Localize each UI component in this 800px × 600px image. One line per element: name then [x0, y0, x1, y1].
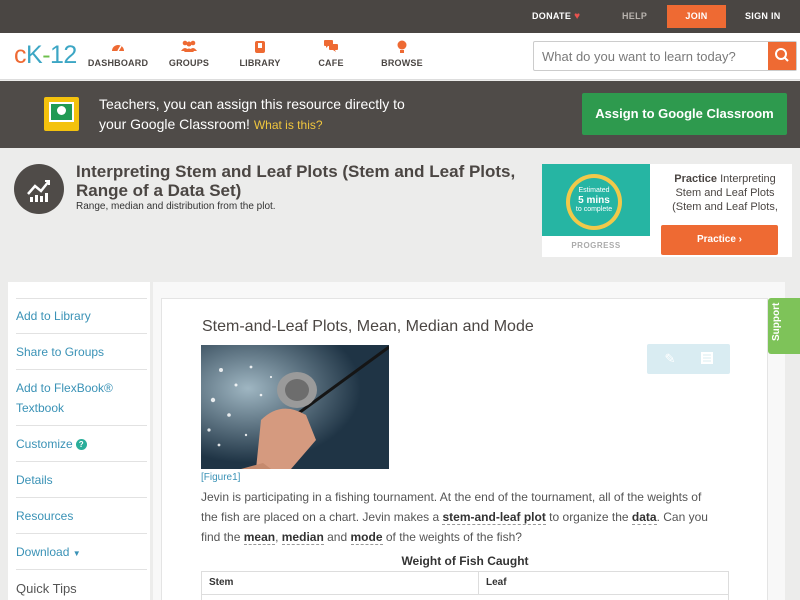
pencil-icon[interactable]: ✎ [662, 351, 678, 367]
logo-12: 12 [50, 41, 77, 69]
sidebar-item-share-to-groups[interactable]: Share to Groups [16, 334, 147, 370]
practice-button[interactable]: Practice › [661, 225, 778, 255]
download-label: Download [16, 545, 70, 559]
resource-subtitle: Range, median and distribution from the … [76, 201, 276, 212]
sidebar-item-details[interactable]: Details [16, 462, 147, 498]
sidebar-item-customize[interactable]: Customize? [16, 426, 147, 462]
nav-library[interactable]: LIBRARY [225, 40, 295, 68]
cafe-icon [296, 40, 366, 56]
plot-chart-icon [14, 164, 64, 214]
donate-link[interactable]: DONATE ♥ [532, 0, 580, 33]
flexbook-label-line2: Textbook [16, 401, 65, 415]
sidebar-item-add-to-library[interactable]: Add to Library [16, 298, 147, 334]
banner-line1: Teachers, you can assign this resource d… [99, 96, 405, 112]
nav-dashboard-label: DASHBOARD [87, 58, 149, 68]
term-mean[interactable]: mean [243, 530, 276, 545]
join-button[interactable]: JOIN [667, 5, 726, 28]
term-median[interactable]: median [281, 530, 324, 545]
top-utility-bar: DONATE ♥ HELP JOIN SIGN IN [0, 0, 800, 33]
figure-caption-link[interactable]: [Figure1] [201, 472, 240, 483]
nav-browse[interactable]: BROWSE [367, 40, 437, 68]
table-title: Weight of Fish Caught [401, 554, 529, 568]
practice-bold-word: Practice [674, 173, 718, 185]
help-question-icon[interactable]: ? [75, 439, 87, 450]
nav-dashboard[interactable]: DASHBOARD [83, 40, 153, 68]
para-text-4: , [275, 530, 279, 544]
fishing-photo[interactable] [201, 345, 389, 469]
para-text-5: and [327, 530, 348, 544]
search-icon [775, 48, 789, 62]
practice-card: Estimated 5 mins to complete PROGRESS Pr… [542, 164, 792, 257]
sidebar-item-download[interactable]: Download ▼ [16, 534, 147, 570]
logo-k: K [26, 41, 43, 69]
nav-browse-label: BROWSE [381, 58, 423, 68]
donate-label: DONATE [532, 11, 572, 21]
ck12-logo[interactable]: cK-12 [14, 41, 77, 70]
badge-top-text: Estimated [578, 187, 610, 194]
main-nav: cK-12 DASHBOARD GROUPS LIBRARY CAFE BROW… [0, 33, 800, 80]
estimated-time-badge: Estimated 5 mins to complete [542, 164, 650, 236]
flexbook-label-line1: Add to FlexBook® [16, 381, 113, 395]
nav-cafe-label: CAFE [318, 58, 344, 68]
para-text-6: of the weights of the fish? [385, 530, 522, 544]
sidebar-item-add-to-flexbook[interactable]: Add to FlexBook® Textbook [16, 370, 147, 426]
teacher-banner: Teachers, you can assign this resource d… [0, 81, 800, 148]
badge-minutes: 5 mins [578, 195, 610, 206]
quick-tips-heading[interactable]: Quick Tips [16, 581, 77, 596]
logo-c: c [14, 41, 27, 69]
groups-icon [154, 40, 224, 56]
logo-dash: - [42, 41, 51, 69]
search-box [533, 41, 797, 71]
article-paragraph: Jevin is participating in a fishing tour… [201, 487, 721, 547]
practice-description: Practice Interpreting Stem and Leaf Plot… [658, 172, 792, 214]
sidebar-item-resources[interactable]: Resources [16, 498, 147, 534]
caret-down-icon: ▼ [72, 549, 81, 558]
article-title: Stem-and-Leaf Plots, Mean, Median and Mo… [202, 318, 534, 335]
assign-google-classroom-button[interactable]: Assign to Google Classroom [582, 93, 787, 135]
customize-label: Customize [16, 437, 73, 451]
banner-line2: your Google Classroom! [99, 116, 250, 132]
nav-groups[interactable]: GROUPS [154, 40, 224, 68]
banner-message: Teachers, you can assign this resource d… [99, 94, 459, 135]
stem-leaf-table: Stem Leaf [201, 571, 729, 600]
practice-text-2: Stem and Leaf Plots [675, 187, 775, 199]
term-stem-and-leaf-plot[interactable]: stem-and-leaf plot [442, 510, 546, 525]
sign-in-link[interactable]: SIGN IN [745, 0, 781, 33]
column-header-stem: Stem [202, 572, 479, 594]
term-data[interactable]: data [631, 510, 657, 525]
practice-button-label: Practice [696, 234, 736, 245]
dashboard-icon [83, 40, 153, 56]
term-mode[interactable]: mode [350, 530, 383, 545]
browse-icon [367, 40, 437, 56]
help-link[interactable]: HELP [622, 0, 647, 33]
practice-text-1: Interpreting [720, 173, 776, 185]
google-classroom-icon [44, 97, 79, 131]
progress-label: PROGRESS [571, 241, 621, 250]
library-icon [225, 40, 295, 56]
support-label: Support [771, 302, 782, 341]
nav-groups-label: GROUPS [168, 58, 210, 68]
nav-cafe[interactable]: CAFE [296, 40, 366, 68]
table-divider [202, 594, 728, 595]
para-text-2: to organize the [549, 510, 629, 524]
resource-sidebar: Add to Library Share to Groups Add to Fl… [8, 282, 150, 600]
heart-icon: ♥ [574, 11, 581, 22]
support-tab[interactable]: Support [768, 298, 800, 354]
practice-text-3: (Stem and Leaf Plots, [672, 201, 778, 213]
notes-icon[interactable] [699, 351, 715, 367]
what-is-this-link[interactable]: What is this? [254, 118, 323, 132]
resource-title: Interpreting Stem and Leaf Plots (Stem a… [76, 162, 516, 200]
search-input[interactable] [542, 47, 767, 65]
column-header-leaf: Leaf [486, 577, 507, 588]
search-button[interactable] [768, 42, 796, 70]
chevron-right-icon: › [738, 234, 743, 245]
nav-library-label: LIBRARY [239, 58, 281, 68]
badge-bottom-text: to complete [575, 206, 613, 213]
article-tools: ✎ [647, 344, 730, 374]
